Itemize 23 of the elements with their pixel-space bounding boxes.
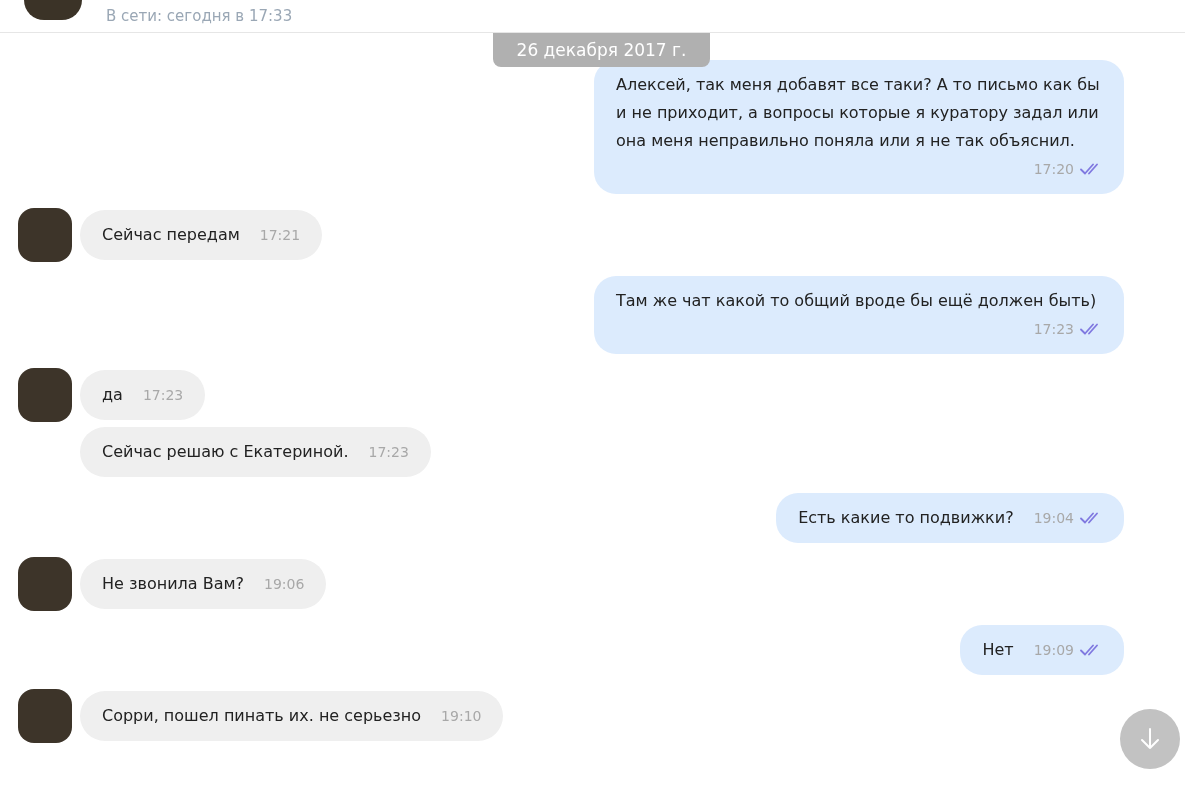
avatar-placeholder [24,0,82,20]
message-text: Есть какие то подвижки? [798,507,1014,529]
message-text: Сейчас решаю с Екатериной. [102,441,349,463]
message-text: Нет [982,639,1014,661]
message-time: 19:04 [1033,509,1074,528]
message-text: Сорри, пошел пинать их. не серьезно [102,705,422,727]
message-text: Алексей, так меня добавят все таки? А то письмо как бы и не приходит, а вопросы которые я куратору задал или она меня неправильно поняла или я не так объяснил. [616,74,1101,152]
arrow-down-icon [1139,727,1161,751]
message-time: 19:10 [441,707,482,726]
scroll-down-button[interactable] [1120,709,1180,769]
online-status: В сети: сегодня в 17:33 [106,7,293,25]
message-text: Не звонила Вам? [102,573,244,595]
message-text: да [102,384,123,406]
message-time: 17:23 [368,443,409,462]
message-time: 17:21 [259,226,301,245]
message-time: 17:23 [142,386,184,405]
message-text: Там же чат какой то общий вроде бы ещё должен быть) [616,290,1097,312]
message-time: 19:06 [264,575,305,594]
date-badge: 26 декабря 2017 г. [493,33,710,67]
message-time: 17:23 [1033,320,1074,339]
message-time: 19:09 [1033,641,1074,660]
message-text: Сейчас передам [102,224,240,246]
message-time: 17:20 [1033,160,1074,179]
